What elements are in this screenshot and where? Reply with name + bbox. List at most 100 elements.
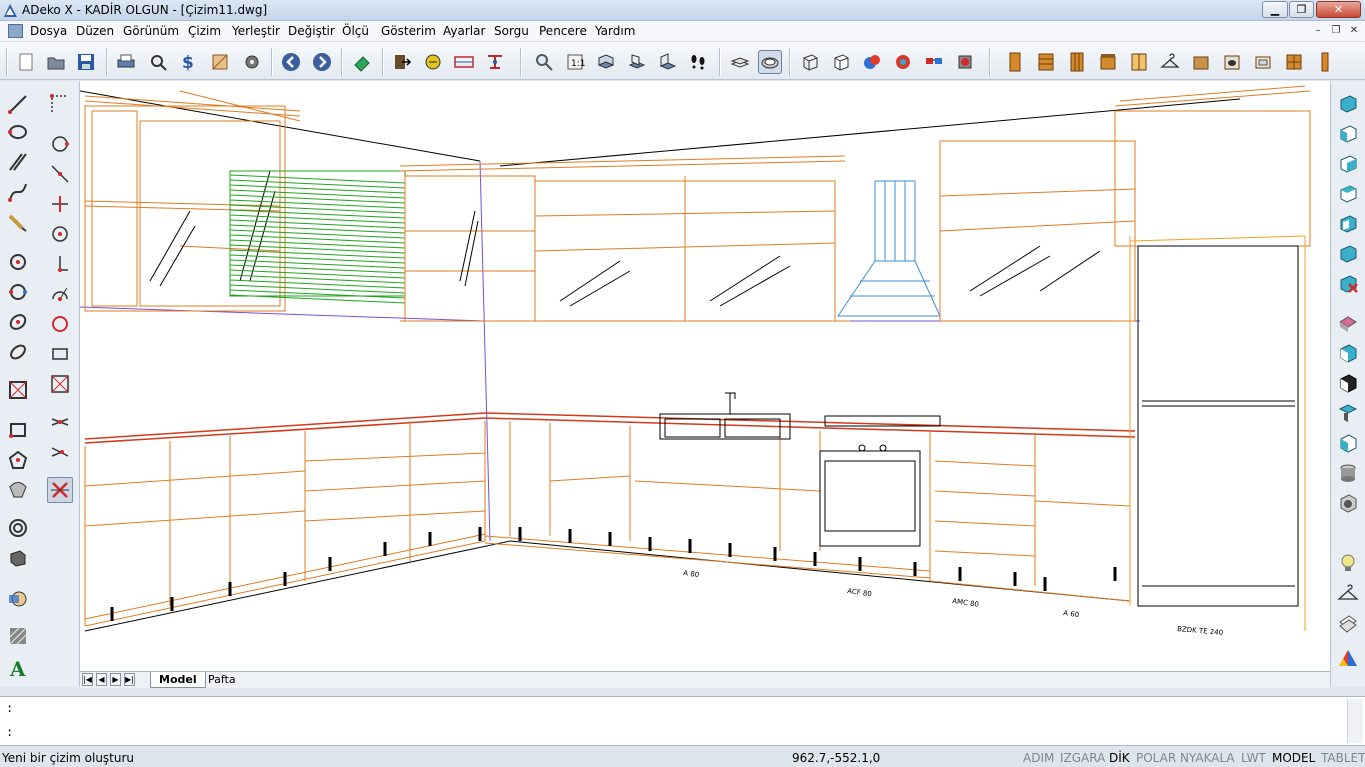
cube-cut-icon[interactable] [1336, 431, 1360, 455]
grid-icon[interactable] [1282, 50, 1306, 74]
footprints-icon[interactable] [686, 50, 710, 74]
new-file-icon[interactable] [14, 50, 38, 74]
text-icon[interactable]: A [5, 655, 31, 681]
break-icon[interactable] [47, 191, 73, 217]
cross-box-icon[interactable] [47, 371, 73, 397]
menu-yerlestir[interactable]: Yerleştir [232, 24, 280, 38]
cube-bulb-icon[interactable] [1336, 551, 1360, 575]
toggle-nyakala[interactable]: NYAKALA [1180, 751, 1235, 765]
toggle-izgara[interactable]: IZGARA [1060, 751, 1105, 765]
maximize-button[interactable]: ❐ [1289, 1, 1314, 18]
donut-icon[interactable] [5, 339, 31, 365]
block-icon[interactable] [5, 377, 31, 403]
forward-icon[interactable] [310, 50, 334, 74]
view-sw-icon[interactable] [1336, 181, 1360, 205]
oven-icon[interactable] [1220, 50, 1244, 74]
document-icon[interactable] [8, 24, 23, 38]
arc2-icon[interactable] [47, 281, 73, 307]
view-back-icon[interactable] [1336, 241, 1360, 265]
zoom-window-icon[interactable]: 1:1 [563, 50, 587, 74]
cube-cyl-icon[interactable] [1336, 461, 1360, 485]
menu-gorunum[interactable]: Görünüm [123, 24, 179, 38]
freehand-icon[interactable] [5, 209, 31, 235]
layer-icon[interactable] [421, 50, 445, 74]
spline-icon[interactable] [5, 179, 31, 205]
close-button[interactable]: ✕ [1316, 1, 1361, 18]
circle2-icon[interactable] [47, 131, 73, 157]
command-input[interactable]: : [6, 725, 13, 739]
cost-icon[interactable]: $ [176, 50, 200, 74]
tab-pafta[interactable]: Pafta [200, 672, 244, 688]
menu-yardim[interactable]: Yardım [595, 24, 635, 38]
minimize-button[interactable]: ▁ [1262, 1, 1288, 18]
cube-gear-icon[interactable] [1336, 491, 1360, 515]
toggle-adim[interactable]: ADIM [1023, 751, 1054, 765]
menu-ayarlar[interactable]: Ayarlar [443, 24, 485, 38]
view-top-icon[interactable] [594, 50, 618, 74]
view-front-icon[interactable] [625, 50, 649, 74]
circle3-icon[interactable] [47, 311, 73, 337]
render-3d-icon[interactable] [953, 50, 977, 74]
view-side-icon[interactable] [656, 50, 680, 74]
open-folder-icon[interactable] [44, 50, 68, 74]
drawing-canvas[interactable]: A 80 ACF 80 AMC 80 A 60 BZDK TE 240 [80, 81, 1330, 671]
tab-model[interactable]: Model [150, 672, 206, 688]
ellipse-icon[interactable] [5, 279, 31, 305]
toggle-polar[interactable]: POLAR [1136, 751, 1176, 765]
rectangle2-icon[interactable] [47, 341, 73, 367]
toggle-tablet[interactable]: TABLET [1321, 751, 1365, 765]
rectangle-icon[interactable] [5, 417, 31, 443]
shaded-icon[interactable] [860, 50, 884, 74]
next-tab-button[interactable]: ▶ [110, 673, 121, 686]
print-icon[interactable] [114, 50, 138, 74]
toggle-dik[interactable]: DİK [1109, 751, 1130, 765]
multiline-icon[interactable] [5, 149, 31, 175]
column-icon[interactable] [1313, 50, 1337, 74]
hanger-icon[interactable] [1158, 50, 1182, 74]
view-close-icon[interactable] [1336, 271, 1360, 295]
view-nw-icon[interactable] [1336, 121, 1360, 145]
back-icon[interactable] [279, 50, 303, 74]
paper-icon[interactable] [1336, 611, 1360, 635]
render-icon[interactable] [208, 50, 232, 74]
menu-sorgu[interactable]: Sorgu [494, 24, 529, 38]
arc-icon[interactable] [5, 309, 31, 335]
sink-icon[interactable] [1251, 50, 1275, 74]
box-3d-icon[interactable] [5, 545, 31, 571]
hanger2-icon[interactable] [1336, 581, 1360, 605]
wireframe-icon[interactable] [798, 50, 822, 74]
mdi-close-button[interactable]: ✕ [1346, 24, 1362, 38]
drawer-icon[interactable] [1034, 50, 1058, 74]
first-tab-button[interactable]: |◀ [82, 673, 93, 686]
toggle-model[interactable]: MODEL [1272, 751, 1315, 765]
menu-gosterim[interactable]: Gösterim [381, 24, 436, 38]
zoom-icon[interactable] [532, 50, 556, 74]
target-icon[interactable] [47, 221, 73, 247]
view-se-icon[interactable] [1336, 151, 1360, 175]
polygon-icon[interactable] [5, 447, 31, 473]
layer-stack-icon[interactable] [728, 50, 752, 74]
view-front2-icon[interactable] [1336, 211, 1360, 235]
menu-duzen[interactable]: Düzen [76, 24, 114, 38]
hidden-icon[interactable] [829, 50, 853, 74]
revcloud-icon[interactable] [5, 515, 31, 541]
realistic-icon[interactable] [891, 50, 915, 74]
region-icon[interactable] [5, 477, 31, 503]
trim-icon[interactable] [47, 439, 73, 465]
view-3d-icon[interactable] [758, 50, 782, 74]
delete-icon[interactable] [47, 477, 73, 503]
menu-cizim[interactable]: Çizim [188, 24, 221, 38]
door-icon[interactable] [1003, 50, 1027, 74]
mdi-restore-button[interactable]: ❐ [1328, 24, 1344, 38]
grip-icon[interactable] [483, 50, 507, 74]
prev-tab-button[interactable]: ◀ [96, 673, 107, 686]
command-scrollbar[interactable] [1347, 699, 1363, 743]
menu-pencere[interactable]: Pencere [539, 24, 587, 38]
dimension-icon[interactable] [452, 50, 476, 74]
point-icon[interactable] [47, 251, 73, 277]
last-tab-button[interactable]: ▶| [124, 673, 135, 686]
save-icon[interactable] [74, 50, 98, 74]
gradient-icon[interactable] [5, 623, 31, 649]
print-preview-icon[interactable] [146, 50, 170, 74]
cross-icon[interactable] [47, 409, 73, 435]
